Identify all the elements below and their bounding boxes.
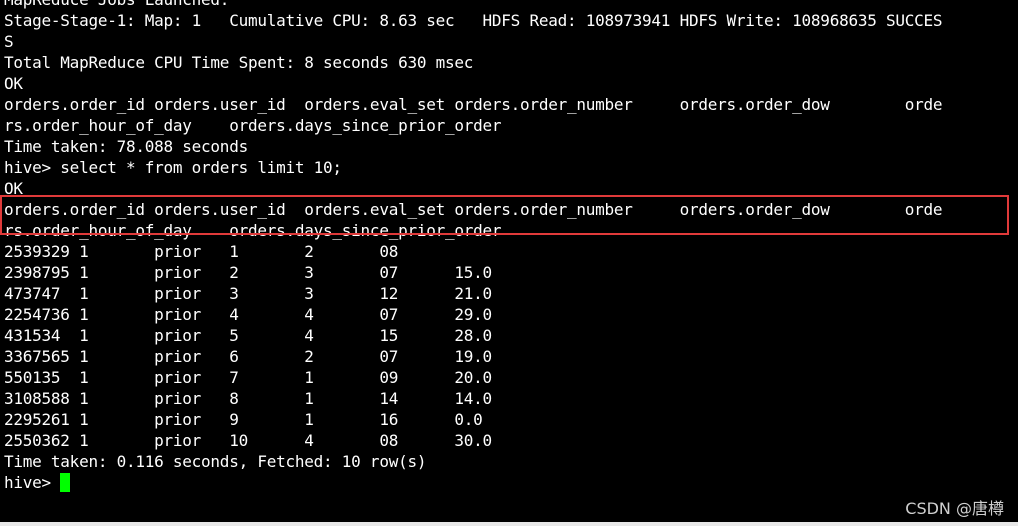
terminal-line: 2550362 1 prior 10 4 08 30.0 (4, 431, 492, 450)
terminal-line: Time taken: 78.088 seconds (4, 137, 248, 156)
terminal-line: 473747 1 prior 3 3 12 21.0 (4, 284, 492, 303)
terminal-prompt-line[interactable]: hive> (4, 472, 71, 493)
terminal-line: Time taken: 0.116 seconds, Fetched: 10 r… (4, 452, 427, 471)
terminal-line: Stage-Stage-1: Map: 1 Cumulative CPU: 8.… (4, 11, 943, 30)
terminal-line: 431534 1 prior 5 4 15 28.0 (4, 326, 492, 345)
terminal-line: orders.order_id orders.user_id orders.ev… (4, 95, 943, 114)
terminal-line: hive> select * from orders limit 10; (4, 158, 342, 177)
terminal-line: 3367565 1 prior 6 2 07 19.0 (4, 347, 492, 366)
terminal-line: rs.order_hour_of_day orders.days_since_p… (4, 116, 502, 135)
terminal-line: 2539329 1 prior 1 2 08 (4, 242, 399, 261)
terminal-line: MapReduce Jobs Launched: (4, 0, 229, 10)
terminal-output[interactable]: MapReduce Jobs Launched: Stage-Stage-1: … (0, 0, 1018, 526)
window-bottom-edge (0, 522, 1018, 526)
terminal-line: Total MapReduce CPU Time Spent: 8 second… (4, 53, 474, 72)
prompt-text: hive> (4, 473, 61, 492)
terminal-window: { "terminal": { "lines": [ "MapReduce Jo… (0, 0, 1018, 526)
terminal-line: 2295261 1 prior 9 1 16 0.0 (4, 410, 483, 429)
header-highlight-box (0, 195, 1009, 235)
terminal-line: 550135 1 prior 7 1 09 20.0 (4, 368, 492, 387)
terminal-line: 3108588 1 prior 8 1 14 14.0 (4, 389, 492, 408)
terminal-line: 2398795 1 prior 2 3 07 15.0 (4, 263, 492, 282)
terminal-line: 2254736 1 prior 4 4 07 29.0 (4, 305, 492, 324)
terminal-line: OK (4, 74, 23, 93)
text-cursor (60, 473, 71, 492)
watermark: CSDN @唐樽 (905, 499, 1004, 518)
terminal-line: S (4, 32, 14, 51)
